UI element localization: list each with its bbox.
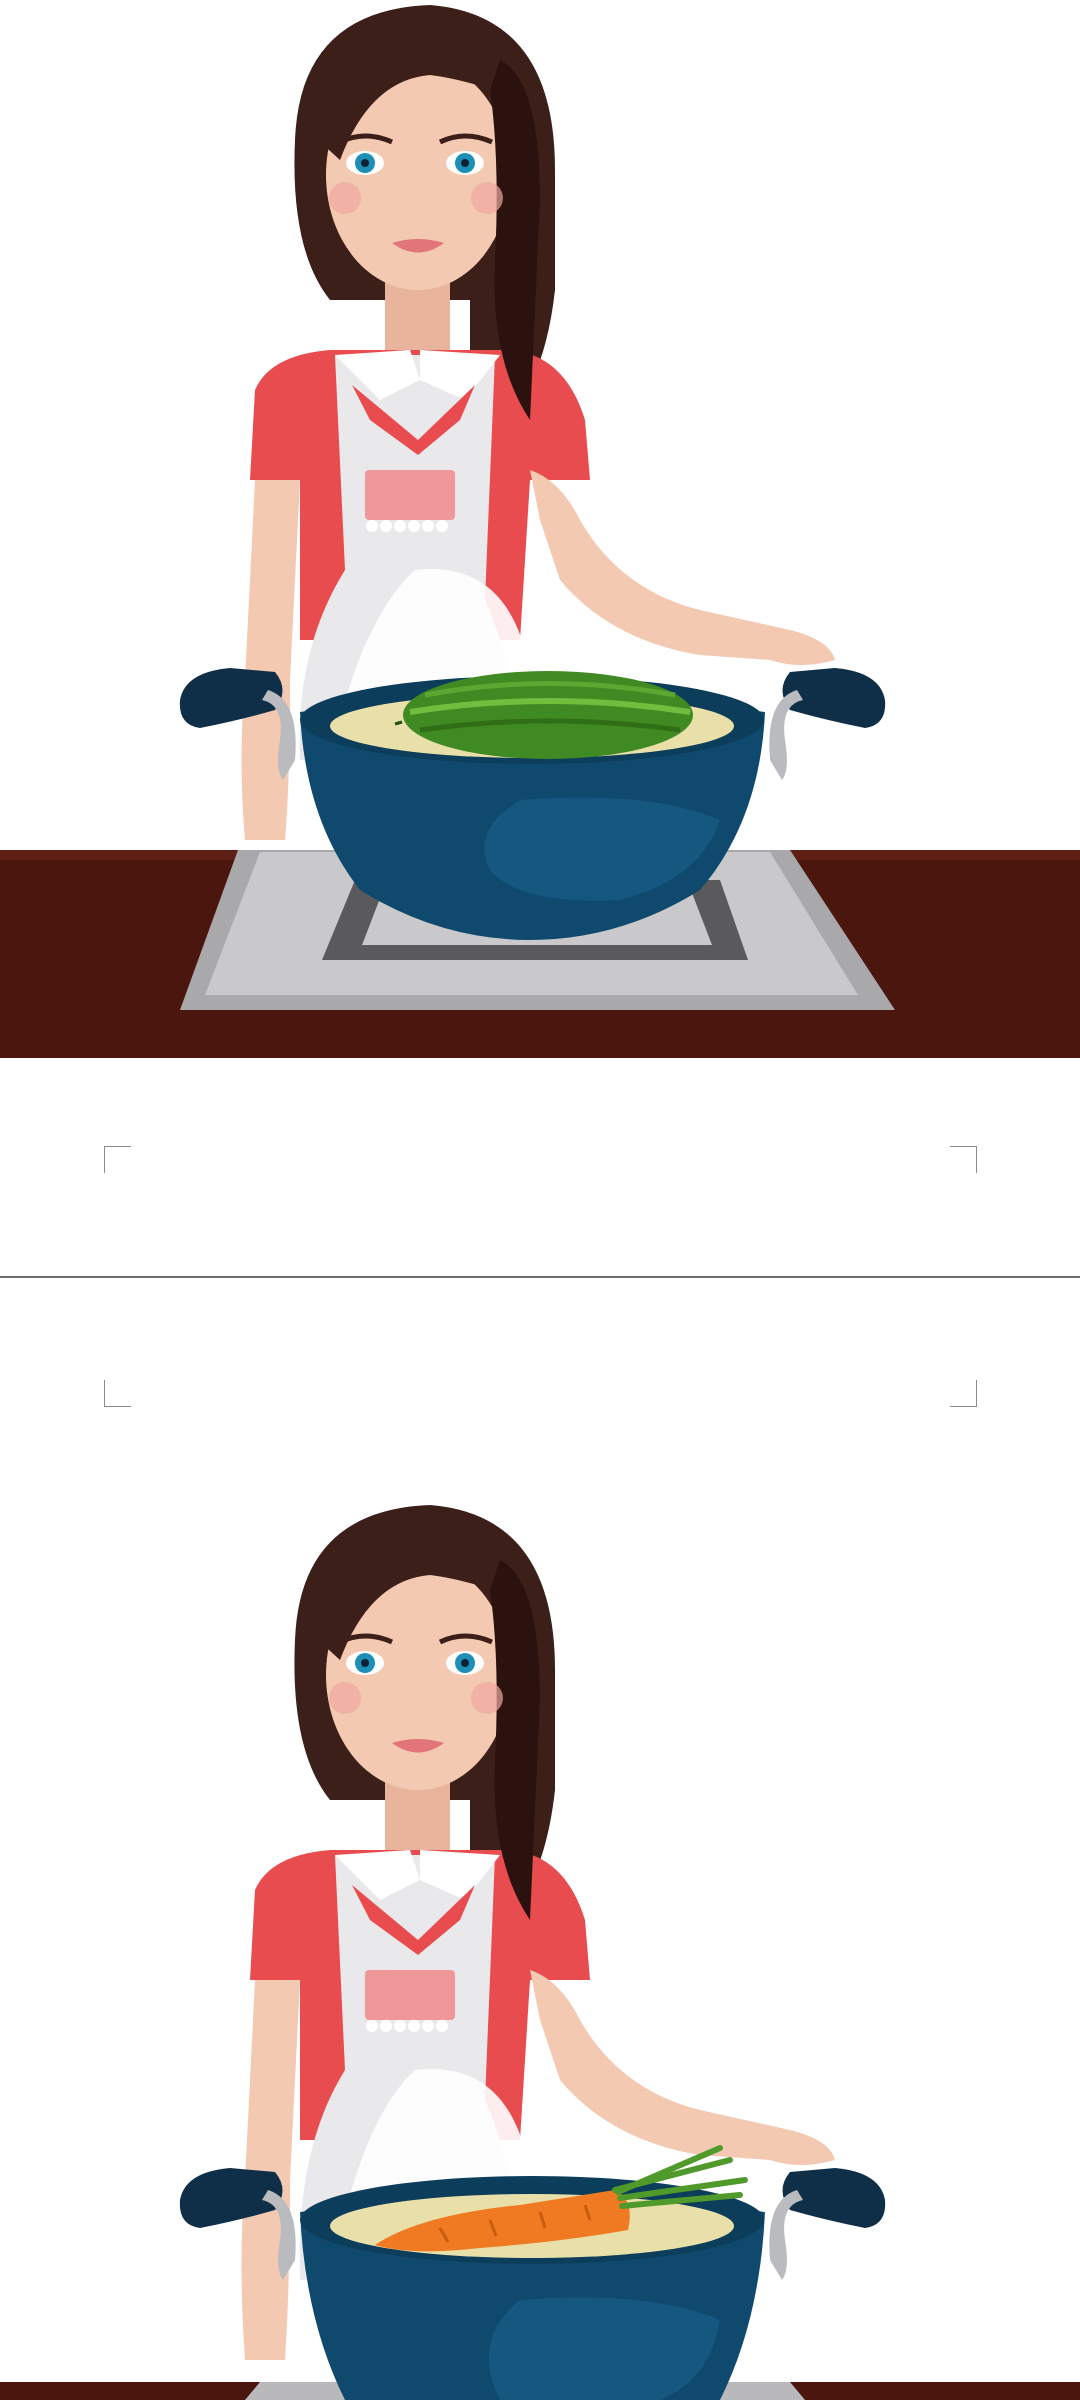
arm-right bbox=[530, 470, 835, 665]
crop-mark bbox=[104, 1380, 131, 1407]
apron-pocket bbox=[365, 470, 455, 520]
crop-mark bbox=[104, 1146, 131, 1173]
crop-mark bbox=[950, 1380, 977, 1407]
apron-pocket bbox=[365, 1970, 455, 2020]
woman-cooking-cucumber-image bbox=[0, 5, 1080, 1058]
arm-right bbox=[530, 1970, 835, 2165]
cucumber-cooking-illustration bbox=[0, 0, 1080, 1058]
crop-mark bbox=[950, 1146, 977, 1173]
page-separator-line bbox=[0, 1276, 1080, 1278]
arm-left bbox=[241, 480, 300, 840]
woman-cooking-carrot-image bbox=[0, 1505, 1080, 2400]
page-break-area bbox=[0, 1058, 1080, 1500]
carrot-cooking-illustration bbox=[0, 1500, 1080, 2400]
